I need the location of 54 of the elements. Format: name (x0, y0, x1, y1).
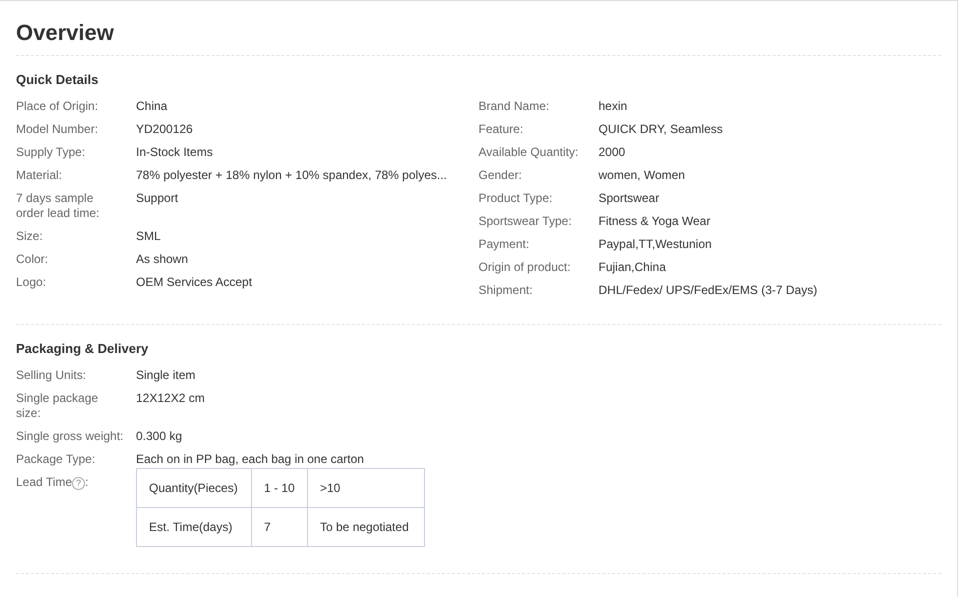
field-label: Shipment: (478, 283, 534, 298)
field-value: In-Stock Items (136, 145, 213, 160)
field-label: Size: (16, 229, 44, 244)
field-label: Available Quantity: (478, 145, 580, 160)
field-label: Logo: (16, 275, 48, 290)
field-value: YD200126 (136, 122, 193, 137)
field-label: Material: (16, 168, 64, 183)
field-label: Origin of product: (478, 260, 572, 275)
colon-text: : (85, 475, 88, 490)
field-label: Package Type: (16, 452, 96, 467)
table-cell: >10 (308, 468, 424, 508)
field-value: Fujian,China (598, 260, 666, 275)
field-value: Each on in PP bag, each bag in one carton (136, 452, 364, 467)
table-cell: 1 - 10 (252, 468, 308, 508)
field-value: women, Women (598, 168, 685, 183)
table-cell: To be negotiated (308, 508, 424, 546)
field-label: Payment: (478, 237, 530, 252)
field-label: Gender: (478, 168, 523, 183)
field-label: Brand Name: (478, 99, 550, 114)
field-value: Fitness & Yoga Wear (598, 214, 710, 229)
field-value: Support (136, 191, 178, 206)
field-value: Single item (136, 368, 196, 383)
field-value: hexin (598, 99, 628, 114)
field-label: Feature: (478, 122, 524, 137)
section-heading: Quick Details (16, 72, 100, 88)
page-title: Overview (16, 19, 115, 47)
field-label: Selling Units: (16, 368, 88, 383)
field-label: Supply Type: (16, 145, 86, 160)
field-label: Single gross weight: (16, 429, 124, 444)
field-value: Sportswear (598, 191, 660, 206)
table-cell: Est. Time(days) (136, 508, 252, 546)
field-label: Color: (16, 252, 50, 267)
field-label: Model Number: (16, 122, 100, 137)
field-label: Place of Origin: (16, 99, 100, 114)
field-value: 0.300 kg (136, 429, 182, 444)
field-value: OEM Services Accept (136, 275, 252, 290)
field-value: China (136, 99, 168, 114)
field-label: Product Type: (478, 191, 554, 206)
field-value: As shown (136, 252, 188, 267)
field-label: Single package size: (16, 391, 100, 421)
section-heading: Packaging & Delivery (16, 341, 150, 357)
field-value: 12X12X2 cm (136, 391, 205, 406)
field-label: 7 days sample order lead time: (16, 191, 100, 221)
table-cell: Quantity(Pieces) (136, 468, 252, 508)
field-value: Paypal,TT,Westunion (598, 237, 712, 252)
field-value: 78% polyester + 18% nylon + 10% spandex, 78% polyes... (136, 168, 447, 183)
field-value: QUICK DRY, Seamless (598, 122, 723, 137)
field-value: 2000 (598, 145, 626, 160)
field-label: Sportswear Type: (478, 214, 573, 229)
help-icon[interactable]: ? (72, 477, 86, 490)
table-cell: 7 (252, 508, 308, 546)
field-value: DHL/Fedex/ UPS/FedEx/EMS (3-7 Days) (598, 283, 818, 298)
field-label: Lead Time (16, 475, 72, 490)
field-value: SML (136, 229, 161, 244)
